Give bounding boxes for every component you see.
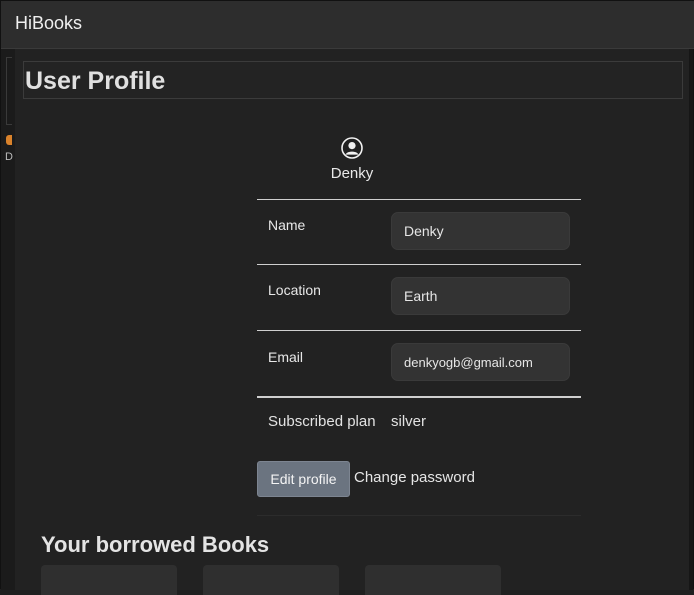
email-label: Email [268, 349, 304, 365]
divider [257, 396, 581, 398]
book-card[interactable] [203, 565, 339, 595]
change-password-link[interactable]: Change password [354, 469, 475, 486]
page-header: User Profile [23, 61, 683, 99]
window-edge [689, 49, 693, 590]
name-label: Name [268, 217, 306, 233]
location-label: Location [268, 282, 321, 298]
email-field[interactable]: denkyogb@gmail.com [391, 343, 570, 381]
page-title: User Profile [25, 67, 166, 95]
divider [257, 199, 581, 200]
location-field[interactable]: Earth [391, 277, 570, 315]
user-avatar-icon [341, 137, 363, 159]
title-bar: HiBooks [1, 1, 694, 49]
divider [257, 330, 581, 331]
book-card[interactable] [365, 565, 501, 595]
edit-profile-button[interactable]: Edit profile [257, 461, 350, 497]
app-title: HiBooks [15, 13, 83, 33]
main-content: User Profile Denky Name Denky Location E… [15, 49, 691, 595]
plan-label: Subscribed plan [268, 413, 376, 430]
plan-value: silver [391, 413, 427, 430]
profile-username: Denky [330, 165, 374, 182]
book-card[interactable] [41, 565, 177, 595]
left-panel-glyph: D [5, 151, 13, 163]
status-dot-icon [6, 135, 12, 145]
name-field[interactable]: Denky [391, 212, 570, 250]
panel-notch [6, 57, 12, 125]
card-divider [257, 515, 581, 516]
left-panel-edge: D [1, 49, 15, 590]
app-window: HiBooks D User Profile Denky Name Denky … [0, 0, 694, 595]
divider [257, 264, 581, 265]
borrowed-books-title: Your borrowed Books [41, 532, 270, 557]
